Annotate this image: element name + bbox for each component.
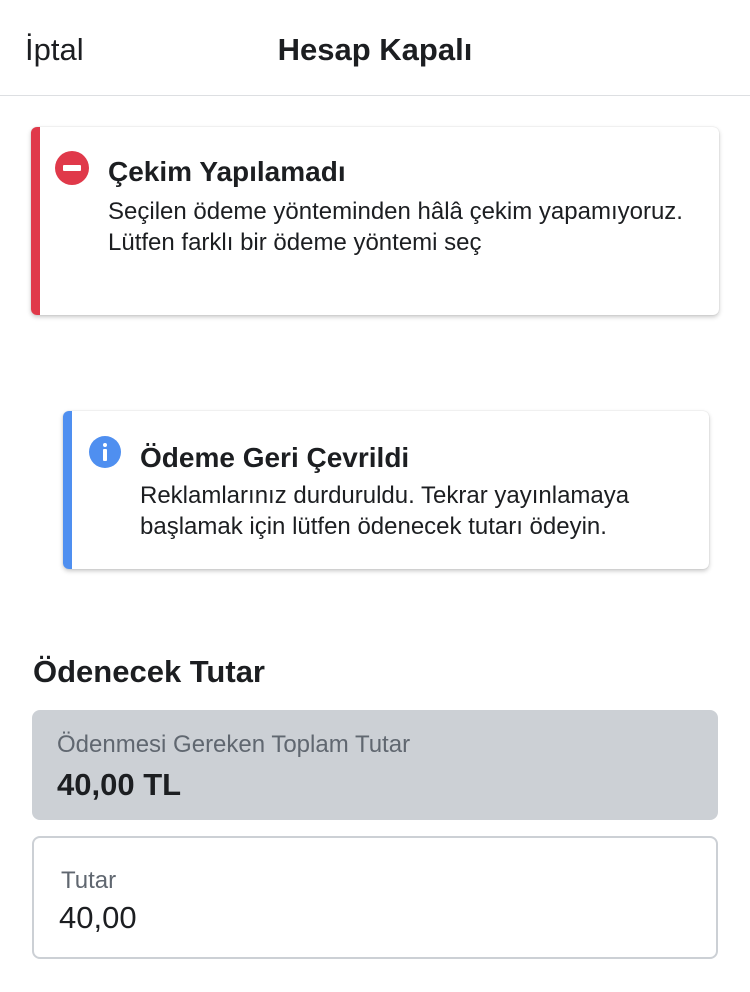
- amount-due-heading: Ödenecek Tutar: [33, 654, 266, 689]
- charge-failed-alert: Çekim Yapılamadı Seçilen ödeme yöntemind…: [31, 127, 719, 315]
- payment-declined-alert: Ödeme Geri Çevrildi Reklamlarınız durdur…: [63, 411, 709, 569]
- error-accent-bar: [31, 127, 40, 315]
- no-entry-icon: [55, 151, 89, 185]
- amount-input[interactable]: [59, 898, 679, 938]
- amount-field[interactable]: Tutar: [32, 836, 718, 959]
- total-due-box: Ödenmesi Gereken Toplam Tutar 40,00 TL: [32, 710, 718, 820]
- total-due-value: 40,00 TL: [57, 767, 182, 802]
- navigation-header: İptal Hesap Kapalı: [0, 0, 750, 96]
- account-closed-screen: İptal Hesap Kapalı Çekim Yapılamadı Seçi…: [0, 0, 750, 992]
- page-title: Hesap Kapalı: [277, 32, 473, 67]
- alert-title: Ödeme Geri Çevrildi: [140, 442, 410, 473]
- amount-label: Tutar: [61, 867, 117, 894]
- alert-message: Reklamlarınız durduruldu. Tekrar yayınla…: [140, 482, 630, 540]
- alert-title: Çekim Yapılamadı: [108, 156, 346, 187]
- alert-message: Seçilen ödeme yönteminden hâlâ çekim yap…: [108, 198, 683, 256]
- info-icon: [89, 436, 121, 468]
- total-due-label: Ödenmesi Gereken Toplam Tutar: [57, 731, 411, 758]
- info-accent-bar: [63, 411, 72, 569]
